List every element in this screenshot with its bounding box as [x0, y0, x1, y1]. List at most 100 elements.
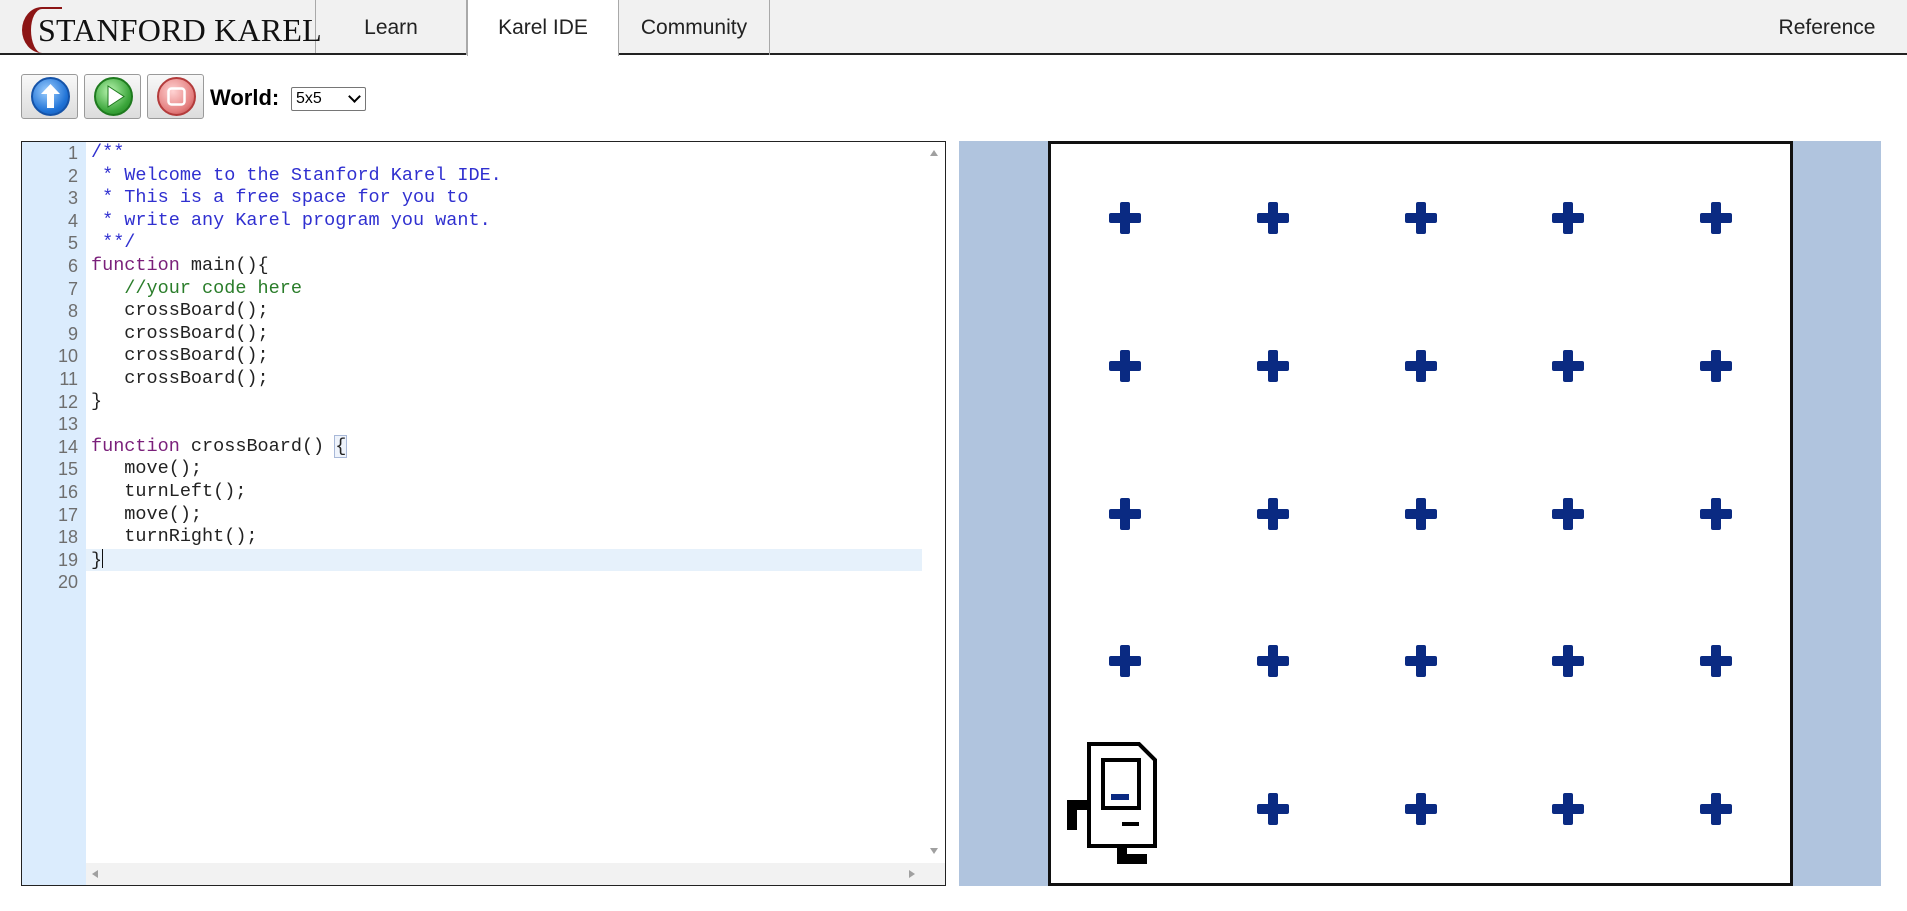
code-line[interactable]: 13 [22, 413, 922, 436]
line-number: 2 [67, 165, 78, 186]
code-line[interactable]: 8 crossBoard(); [22, 300, 922, 323]
code-line[interactable]: 18 turnRight(); [22, 526, 922, 549]
scroll-left-icon[interactable] [92, 870, 98, 878]
beeper-icon [1256, 201, 1289, 234]
beeper-icon [1256, 645, 1289, 678]
karel-robot-icon [1067, 742, 1157, 864]
line-number: 6 [67, 256, 78, 276]
code-line[interactable]: 14 function crossBoard() { [22, 434, 922, 459]
code-text: function main(){ [91, 255, 269, 276]
line-number: 17 [57, 504, 78, 525]
beeper-icon [1404, 497, 1437, 530]
stanford-karel-logo[interactable]: STANFORD KAREL [0, 0, 322, 53]
code-text: * This is a free space for you to [91, 187, 469, 209]
horizontal-scrollbar[interactable] [86, 863, 945, 885]
line-number: 20 [57, 572, 78, 593]
code-text: turnRight(); [91, 526, 258, 548]
code-line[interactable]: 17 move(); [22, 504, 922, 527]
stop-button[interactable] [147, 74, 204, 119]
beeper-icon [1404, 645, 1437, 678]
karel-world [959, 141, 1881, 886]
chevron-down-icon [348, 90, 361, 103]
line-number: 5 [67, 233, 78, 254]
code-line[interactable]: 19} [22, 548, 922, 572]
beeper-icon [1108, 497, 1141, 530]
code-line[interactable]: 6 function main(){ [22, 255, 922, 278]
code-text: crossBoard(); [91, 322, 269, 344]
line-number: 18 [57, 527, 78, 548]
line-number: 13 [57, 414, 78, 435]
code-text: move(); [91, 458, 203, 480]
beeper-icon [1552, 793, 1585, 826]
code-text: //your code here [91, 277, 302, 299]
code-line[interactable]: 16 turnLeft(); [22, 481, 922, 504]
stop-icon [157, 77, 196, 116]
beeper-icon [1256, 349, 1289, 382]
scroll-up-icon[interactable] [930, 150, 938, 156]
world-select[interactable]: 5x5 [291, 87, 366, 111]
line-number: 9 [67, 323, 78, 344]
code-line[interactable]: 1 /** [22, 142, 922, 165]
code-text: turnLeft(); [91, 481, 247, 502]
beeper-icon [1404, 793, 1437, 826]
up-arrow-icon [31, 77, 70, 116]
code-line[interactable]: 15 move(); [22, 458, 922, 481]
code-line[interactable]: 12} [22, 391, 922, 414]
beeper-icon [1404, 201, 1437, 234]
beeper-icon [1108, 645, 1141, 678]
beeper-icon [1552, 349, 1585, 382]
tab-learn[interactable]: Learn [316, 0, 467, 55]
beeper-icon [1552, 497, 1585, 530]
line-number: 10 [57, 346, 78, 367]
line-number: 16 [57, 482, 78, 502]
code-text: crossBoard(); [91, 300, 269, 322]
text-cursor [102, 548, 104, 568]
tab-community[interactable]: Community [619, 0, 770, 55]
line-number: 14 [57, 436, 78, 457]
code-text: * Welcome to the Stanford Karel IDE. [91, 164, 502, 186]
line-number: 12 [57, 391, 78, 412]
vertical-scrollbar[interactable] [923, 142, 945, 862]
code-text: } [91, 390, 103, 412]
code-text: crossBoard(); [91, 368, 269, 389]
line-number: 7 [67, 278, 78, 299]
beeper-icon [1700, 793, 1733, 826]
beeper-icon [1552, 201, 1585, 234]
line-number: 11 [59, 369, 78, 389]
code-line[interactable]: 2 * Welcome to the Stanford Karel IDE. [22, 165, 922, 188]
world-label: World: [210, 85, 280, 110]
run-button[interactable] [84, 74, 141, 119]
beeper-icon [1404, 349, 1437, 382]
scroll-down-icon[interactable] [930, 848, 938, 854]
code-line[interactable]: 4 * write any Karel program you want. [22, 210, 922, 233]
code-line[interactable]: 9 crossBoard(); [22, 323, 922, 346]
line-number: 4 [67, 210, 78, 231]
line-number: 3 [67, 188, 78, 209]
beeper-icon [1256, 497, 1289, 530]
code-line[interactable]: 10 crossBoard(); [22, 345, 922, 368]
scroll-right-icon[interactable] [909, 870, 915, 878]
beeper-icon [1108, 349, 1141, 382]
line-number: 1 [67, 143, 78, 163]
beeper-icon [1700, 349, 1733, 382]
code-text: function crossBoard() { [91, 434, 348, 458]
logo-text: STANFORD KAREL [38, 12, 322, 48]
beeper-icon [1700, 201, 1733, 234]
code-line[interactable]: 3 * This is a free space for you to [22, 187, 922, 210]
code-line[interactable]: 5 **/ [22, 232, 922, 255]
code-line[interactable]: 7 //your code here [22, 278, 922, 301]
code-text: **/ [91, 232, 136, 254]
line-number: 15 [57, 459, 78, 480]
beeper-icon [1700, 497, 1733, 530]
top-nav: STANFORD KAREL Learn Karel IDE Community… [0, 0, 1907, 56]
code-line[interactable]: 20 [22, 571, 922, 594]
upload-button[interactable] [21, 74, 78, 119]
code-text: move(); [91, 503, 203, 525]
tab-reference[interactable]: Reference [1747, 0, 1907, 55]
tab-karel-ide[interactable]: Karel IDE [467, 0, 619, 56]
code-text: /** [91, 142, 125, 163]
code-text: * write any Karel program you want. [91, 209, 491, 231]
code-line[interactable]: 11 crossBoard(); [22, 368, 922, 391]
code-editor[interactable]: 1/** 2 * Welcome to the Stanford Karel ID… [21, 141, 946, 886]
beeper-icon [1256, 793, 1289, 826]
